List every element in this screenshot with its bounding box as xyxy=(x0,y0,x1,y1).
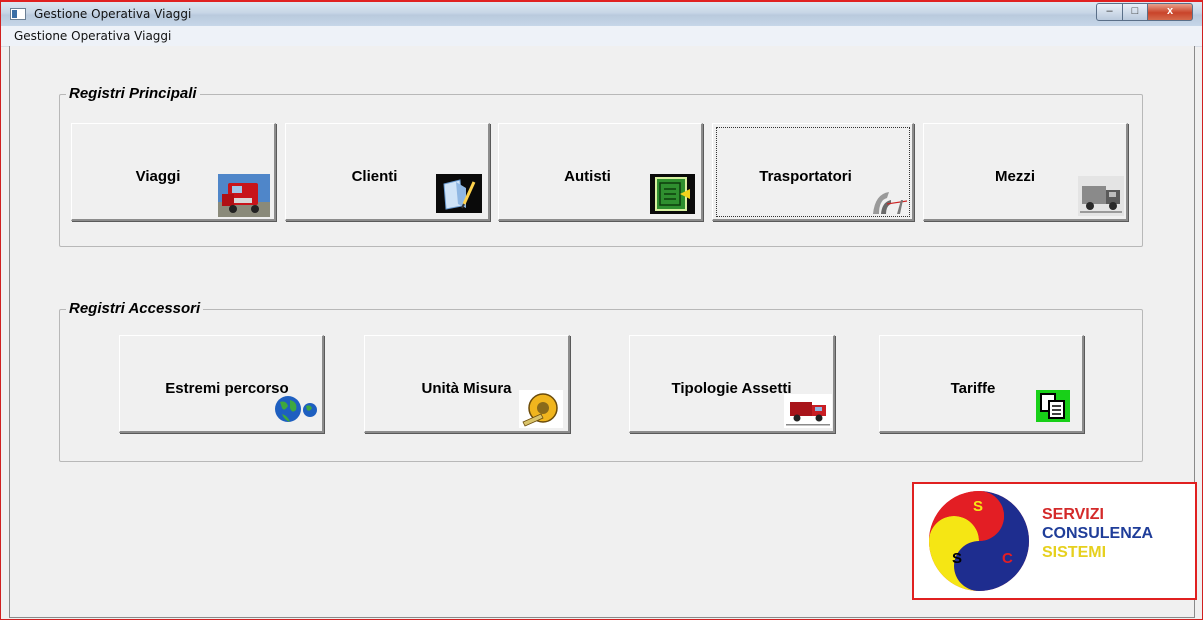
clienti-button[interactable]: Clienti xyxy=(285,123,490,221)
logo-letter-left: S xyxy=(952,550,963,567)
window-title: Gestione Operativa Viaggi xyxy=(34,7,192,21)
menu-bar: Gestione Operativa Viaggi xyxy=(1,26,1202,47)
unita-misura-button[interactable]: Unità Misura xyxy=(364,335,570,433)
close-button[interactable]: x xyxy=(1147,3,1193,21)
tipologie-assetti-button[interactable]: Tipologie Assetti xyxy=(629,335,835,433)
group-label-accessori: Registri Accessori xyxy=(66,300,204,317)
copy-documents-icon xyxy=(1036,390,1070,422)
estremi-percorso-button[interactable]: Estremi percorso xyxy=(119,335,324,433)
title-bar[interactable]: Gestione Operativa Viaggi – □ x xyxy=(1,2,1202,27)
tariffe-button[interactable]: Tariffe xyxy=(879,335,1084,433)
viaggi-button[interactable]: Viaggi xyxy=(71,123,276,221)
logo-letter-right: C xyxy=(1002,550,1013,567)
group-label-principali: Registri Principali xyxy=(66,85,200,102)
grey-truck-icon xyxy=(1078,176,1124,216)
maximize-button[interactable]: □ xyxy=(1122,3,1148,21)
logo-letter-top: S xyxy=(973,498,984,515)
trasportatori-button[interactable]: Trasportatori xyxy=(712,123,914,221)
green-ledger-icon xyxy=(650,174,695,214)
tape-measure-icon xyxy=(519,390,563,428)
trasportatori-label: Trasportatori xyxy=(759,168,852,185)
yin-yang-logo-icon: S S C xyxy=(928,490,1030,592)
application-window: Gestione Operativa Viaggi – □ x Gestione… xyxy=(0,0,1203,620)
menu-item-gestione[interactable]: Gestione Operativa Viaggi xyxy=(14,29,171,43)
globe-icon xyxy=(272,394,320,424)
transporter-graphic-icon xyxy=(867,188,909,216)
minimize-button[interactable]: – xyxy=(1096,3,1123,21)
logo-text-sistemi: SISTEMI xyxy=(1042,544,1107,561)
autisti-button[interactable]: Autisti xyxy=(498,123,703,221)
logo-text-servizi: SERVIZI xyxy=(1042,506,1104,523)
company-logo: S S C SERVIZI CONSULENZA SISTEMI xyxy=(912,482,1197,600)
mezzi-button[interactable]: Mezzi xyxy=(923,123,1128,221)
app-window-icon[interactable] xyxy=(10,8,26,20)
red-truck-icon xyxy=(784,394,832,428)
logo-text-consulenza: CONSULENZA xyxy=(1042,525,1154,542)
